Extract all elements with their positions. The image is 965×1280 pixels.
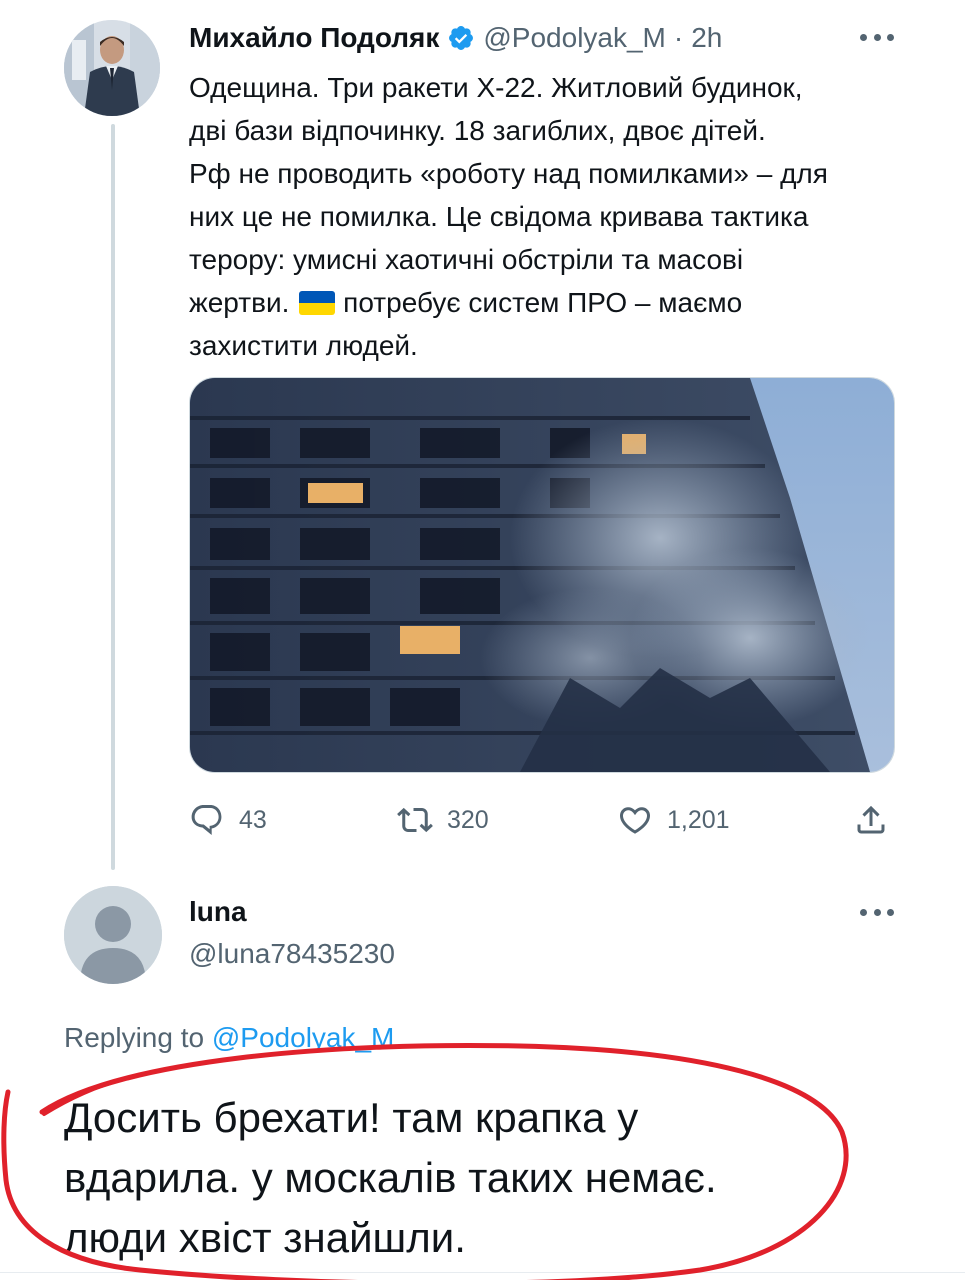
tweet-text-line: захистити людей. xyxy=(189,330,418,361)
reply-text-line: Досить брехати! там крапка у xyxy=(64,1094,639,1141)
heart-icon xyxy=(619,807,651,834)
reply-author-name[interactable]: luna xyxy=(189,896,247,928)
reply-author-handle[interactable]: @luna78435230 xyxy=(189,938,395,970)
retweet-button[interactable]: 320 xyxy=(397,798,489,842)
tweet-text-line: них це не помилка. Це свідома кривава та… xyxy=(189,201,809,232)
tweet-text-line: Одещина. Три ракети Х-22. Житловий будин… xyxy=(189,72,803,103)
author-handle[interactable]: @Podolyak_M xyxy=(483,22,666,54)
tweet-text-segment: потребує систем ПРО – маємо xyxy=(343,287,743,318)
reply-author-avatar[interactable] xyxy=(64,886,162,984)
tweet-text-segment: жертви. xyxy=(189,287,290,318)
tweet-text-line-with-flag: жертви. потребує систем ПРО – маємо xyxy=(189,281,909,324)
tweet-photo[interactable] xyxy=(189,377,895,773)
verified-badge-icon xyxy=(447,24,475,52)
share-button[interactable] xyxy=(853,798,889,842)
bottom-divider xyxy=(0,1272,965,1273)
reply-text-line: люди хвіст знайшли. xyxy=(64,1214,466,1261)
tweet-actions: 43 320 1,201 xyxy=(189,798,893,842)
ukraine-flag-icon xyxy=(299,291,336,315)
share-icon xyxy=(857,805,885,834)
author-avatar[interactable] xyxy=(64,20,160,116)
tweet-text-line: терору: умисні хаотичні обстріли та масо… xyxy=(189,244,744,275)
tweet-timestamp[interactable]: 2h xyxy=(691,22,722,54)
more-icon[interactable] xyxy=(860,31,894,43)
separator-dot: · xyxy=(673,22,684,53)
reply-text: Досить брехати! там крапка у вдарила. у … xyxy=(64,1088,944,1268)
replying-to-label: Replying to @Podolyak_M xyxy=(64,1022,394,1054)
tweet-text-line: дві бази відпочинку. 18 загиблих, двоє д… xyxy=(189,115,766,146)
author-name[interactable]: Михайло Подоляк xyxy=(189,22,439,54)
replying-to-mention[interactable]: @Podolyak_M xyxy=(212,1022,395,1053)
tweet-text-line: Рф не проводить «роботу над помилками» –… xyxy=(189,158,828,189)
default-avatar-icon xyxy=(64,886,162,984)
like-count: 1,201 xyxy=(667,805,730,834)
reply-icon xyxy=(191,805,222,835)
like-button[interactable]: 1,201 xyxy=(617,798,730,842)
damaged-building-photo xyxy=(190,378,894,772)
reply-count: 43 xyxy=(239,805,267,834)
reply-text-line: вдарила. у москалів таких немає. xyxy=(64,1154,717,1201)
retweet-icon xyxy=(397,807,433,833)
reply-button[interactable]: 43 xyxy=(189,798,267,842)
retweet-count: 320 xyxy=(447,805,489,834)
tweet-text: Одещина. Три ракети Х-22. Житловий будин… xyxy=(189,66,909,367)
thread-connector-line xyxy=(111,124,115,870)
author-photo xyxy=(64,20,160,116)
reply-more-icon[interactable] xyxy=(860,906,894,918)
replying-to-prefix: Replying to xyxy=(64,1022,205,1053)
tweet-header: Михайло Подоляк @Podolyak_M · 2h xyxy=(189,20,722,56)
